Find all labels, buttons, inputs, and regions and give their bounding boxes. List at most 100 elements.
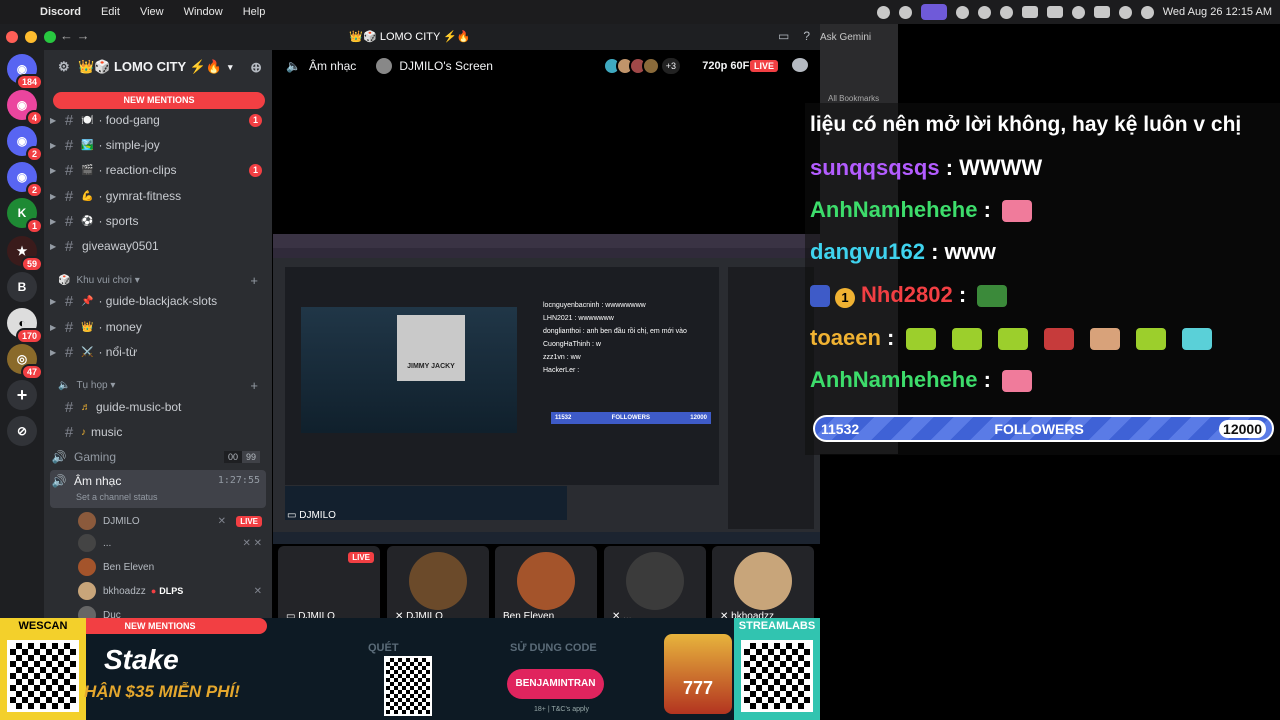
speaker-icon: 🔊 — [51, 450, 67, 464]
voice-user[interactable]: Ben Eleven — [78, 556, 266, 578]
server-letter-icon[interactable]: B — [7, 272, 37, 302]
speaker-cat-icon: 🔈 — [58, 379, 71, 391]
follower-goal-bar: 11532 FOLLOWERS 12000 — [813, 415, 1274, 442]
chevron-right-icon: ▶ — [50, 347, 57, 357]
server-icon[interactable]: ◉ 4 — [7, 90, 43, 126]
category-fun[interactable]: 🎲 Khu vui chơi ▾ + — [58, 271, 264, 289]
channel-name: music — [91, 425, 123, 439]
channel-name: giveaway0501 — [82, 239, 159, 253]
menu-edit[interactable]: Edit — [91, 6, 130, 18]
extra-viewers[interactable]: +3 — [661, 58, 680, 74]
mini-chat-sidebar — [728, 267, 814, 529]
chevron-right-icon: ▶ — [50, 140, 57, 150]
battery-icon[interactable] — [1093, 6, 1110, 18]
channel-simple-joy[interactable]: ▶ # 🏞️ · simple-joy — [50, 134, 266, 156]
server-icon[interactable]: ◉ 2 — [7, 162, 43, 198]
unread-badge: 2 — [25, 182, 43, 198]
menu-app-name[interactable]: Discord — [30, 6, 91, 18]
emote-icon — [1090, 328, 1120, 351]
record-icon[interactable] — [876, 5, 890, 19]
channel-name: nổi-từ — [105, 345, 138, 359]
inbox-icon[interactable]: ▭ — [778, 29, 789, 43]
channel-emoji: 🎬 — [81, 164, 94, 176]
sync-icon[interactable] — [898, 5, 912, 19]
car-icon[interactable] — [1021, 6, 1038, 18]
ask-gemini-button[interactable]: Ask Gemini — [820, 32, 871, 43]
server-header[interactable]: ⚙ 👑🎲 LOMO CITY ⚡🔥 ▾ ⊕ — [44, 50, 272, 84]
set-status[interactable]: Set a channel status — [76, 492, 158, 502]
wifi-icon[interactable] — [1071, 5, 1085, 19]
mac-menubar: Discord Edit View Window Help Wed Aug 26… — [0, 0, 1280, 24]
hash-icon: # — [64, 187, 74, 205]
d-app-icon[interactable] — [977, 5, 991, 19]
chevron-right-icon: ▶ — [50, 115, 57, 125]
vi-input-icon[interactable] — [1046, 6, 1063, 18]
channel-name: guide-blackjack-slots — [105, 294, 218, 308]
play-icon[interactable] — [999, 5, 1013, 19]
voice-user[interactable]: bkhoadzz ● DLPS ✕ — [78, 580, 266, 602]
channel-sports[interactable]: ▶ # ⚽ · sports — [50, 210, 266, 232]
stage-channel-name: Âm nhạc — [308, 59, 357, 73]
menu-window[interactable]: Window — [174, 6, 233, 18]
category-meet[interactable]: 🔈 Tụ họp ▾ + — [58, 376, 264, 394]
unread-badge: 59 — [20, 256, 43, 272]
deafened-icon: ✕ — [217, 515, 226, 527]
add-channel-icon[interactable]: + — [250, 378, 258, 393]
chat-message: AnhNamhehehe : — [810, 197, 1037, 223]
server-name: 👑🎲 LOMO CITY ⚡🔥 — [78, 59, 222, 74]
clock[interactable]: Wed Aug 26 12:15 AM — [1163, 6, 1272, 18]
server-icon[interactable]: ◐ 170 — [7, 308, 43, 344]
category-name: Tụ họp — [76, 379, 108, 391]
chat-user: toaeen — [810, 325, 881, 350]
hash-icon: # — [64, 343, 74, 361]
control-center-icon[interactable] — [1140, 5, 1154, 19]
search-icon[interactable] — [1118, 5, 1132, 19]
add-server-icon[interactable]: + — [7, 380, 37, 410]
channel-guide-music-bot[interactable]: # ♬ guide-music-bot — [50, 396, 266, 418]
kick-server-icon[interactable]: K1 — [7, 198, 43, 234]
qr-right: STREAMLABS — [734, 618, 820, 720]
chat-icon[interactable] — [792, 58, 808, 72]
hash-icon: # — [64, 237, 74, 255]
mention-count: 1 — [249, 163, 262, 177]
channel-guide-blackjack[interactable]: ▶ # 📌 · guide-blackjack-slots — [50, 290, 266, 312]
voice-channel-gaming[interactable]: 🔊 Gaming 00 99 — [50, 446, 266, 468]
dm-home-icon[interactable]: ◉ 184 — [7, 54, 43, 90]
channel-emoji: ⚔️ — [81, 346, 94, 358]
viewer-avatars[interactable] — [603, 57, 660, 75]
user-name: ... — [103, 537, 112, 549]
menu-view[interactable]: View — [130, 6, 174, 18]
channel-music[interactable]: # ♪ music — [50, 421, 266, 443]
new-mentions-pill[interactable]: NEW MENTIONS — [53, 92, 265, 109]
server-icon[interactable]: ★ 59 — [7, 236, 43, 272]
server-icon[interactable]: ◉ 2 — [7, 126, 43, 162]
voice-channel-am-nhac[interactable]: 🔊 Âm nhạc 1:27:55 Set a channel status — [50, 470, 266, 508]
shared-screen[interactable]: JIMMY JACKY locnguyenbacninh : wwwwwwww … — [273, 234, 820, 544]
muted-icon: ✕ ✕ — [242, 537, 262, 549]
voice-user[interactable]: DJMILO ✕ LIVE — [78, 510, 266, 532]
channel-name: sports — [105, 214, 139, 228]
channel-noi-tu[interactable]: ▶ # ⚔️ · nổi-từ — [50, 341, 266, 363]
channel-reaction-clips[interactable]: ▶ # 🎬 · reaction-clips 1 — [50, 159, 266, 181]
qr-code — [7, 640, 79, 712]
vpn-icon[interactable] — [955, 5, 969, 19]
channel-gymrat-fitness[interactable]: ▶ # 💪 · gymrat-fitness — [50, 185, 266, 207]
unread-badge: 170 — [15, 328, 43, 344]
menu-help[interactable]: Help — [233, 6, 276, 18]
server-icon[interactable]: ◎ 47 — [7, 344, 43, 380]
channel-giveaway[interactable]: ▶ # giveaway0501 — [50, 235, 266, 257]
channel-sidebar: ⚙ 👑🎲 LOMO CITY ⚡🔥 ▾ ⊕ NEW MENTIONS ▶ # 🍽️… — [44, 50, 272, 644]
hash-icon: # — [64, 136, 74, 154]
voice-user[interactable]: ... ✕ ✕ — [78, 532, 266, 554]
voice-timer: 1:27:55 — [217, 475, 260, 486]
add-channel-icon[interactable]: + — [250, 273, 258, 288]
screen-share-icon[interactable] — [920, 4, 947, 20]
channel-food-gang[interactable]: ▶ # 🍽️ · food-gang 1 — [50, 109, 266, 131]
chat-message: toaeen : — [810, 325, 1217, 351]
all-bookmarks[interactable]: All Bookmarks — [828, 94, 879, 103]
help-icon[interactable]: ? — [803, 29, 810, 43]
explore-icon[interactable]: ⊘ — [7, 416, 37, 446]
invite-icon[interactable]: ⊕ — [250, 59, 262, 76]
stage-screen-title: DJMILO's Screen — [399, 59, 493, 73]
channel-money[interactable]: ▶ # 👑 · money — [50, 316, 266, 338]
